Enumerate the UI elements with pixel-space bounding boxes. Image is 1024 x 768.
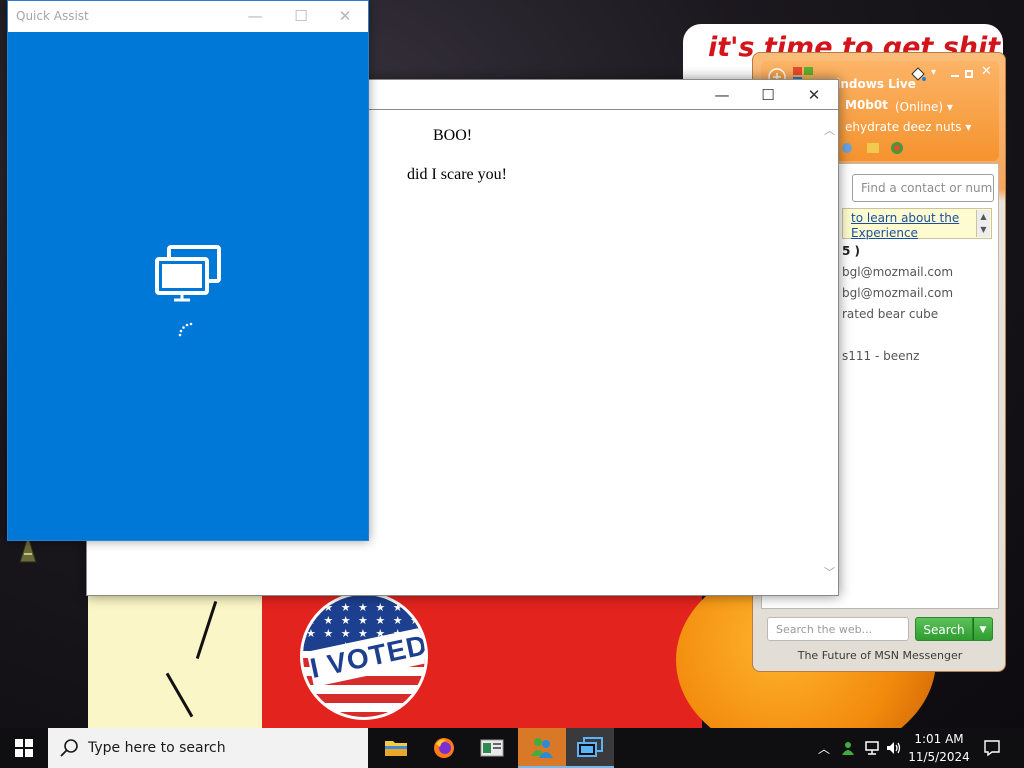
paint-bucket-icon[interactable] — [909, 65, 927, 83]
scroll-down-icon[interactable]: ﹀ — [824, 567, 835, 578]
search-dropdown-icon[interactable]: ▼ — [973, 617, 993, 641]
web-search-button[interactable]: Search — [915, 617, 973, 641]
wallpaper-cream-shape — [88, 592, 268, 728]
remote-monitors-icon — [155, 245, 221, 302]
action-center-icon[interactable] — [982, 738, 1002, 758]
show-hidden-icons[interactable]: ︿ — [814, 738, 834, 758]
messenger-minimize-icon[interactable] — [951, 75, 959, 77]
taskbar-clock[interactable]: 1:01 AM 11/5/2024 — [906, 730, 972, 766]
clock-date: 11/5/2024 — [908, 750, 970, 764]
tip-scroll-arrows[interactable]: ▲ ▼ — [976, 210, 990, 237]
quick-assist-taskbar-icon — [577, 737, 603, 757]
maximize-icon[interactable]: ☐ — [745, 80, 791, 110]
messenger-footer-text: The Future of MSN Messenger — [797, 649, 963, 662]
messenger-maximize-icon[interactable] — [965, 70, 973, 78]
taskbar-quick-assist[interactable] — [566, 728, 614, 768]
taskbar-file-explorer[interactable] — [372, 728, 420, 768]
app-window-icon — [480, 739, 504, 757]
messenger-buddy-icon — [531, 738, 553, 758]
find-contact-input[interactable]: Find a contact or number — [852, 174, 994, 202]
close-icon[interactable]: ✕ — [322, 1, 368, 31]
messenger-username[interactable]: M0b0t — [845, 98, 888, 112]
taskbar: Type here to search ︿ 1:01 AM 11/5/2024 — [0, 728, 1024, 768]
messenger-personal-message[interactable]: ehydrate deez nuts ▾ — [845, 120, 971, 134]
contact-item[interactable]: s111 - beenz — [842, 349, 919, 363]
messenger-tip-link[interactable]: to learn about the Experience — [851, 211, 971, 241]
page-body-text: did I scare you! — [407, 166, 507, 183]
contact-item[interactable]: bgl@mozmail.com — [842, 286, 953, 300]
taskbar-messenger[interactable] — [518, 728, 566, 768]
network-icon[interactable] — [862, 738, 882, 758]
taskbar-app-window[interactable] — [468, 728, 516, 768]
taskbar-search-box[interactable]: Type here to search — [48, 728, 368, 768]
firefox-icon — [434, 738, 454, 758]
messenger-search-bar: Search the web... Search ▼ The Future of… — [761, 611, 999, 667]
minimize-icon[interactable]: — — [232, 1, 278, 31]
clock-time: 1:01 AM — [914, 732, 964, 746]
page-heading: BOO! — [433, 127, 473, 144]
quick-assist-titlebar[interactable]: Quick Assist — ☐ ✕ — [8, 1, 368, 32]
messenger-close-icon[interactable]: ✕ — [981, 64, 992, 79]
i-voted-sticker: ★ ★ ★ ★ ★ ★ ★ ★ ★ ★ ★ ★ ★ ★ ★ ★ ★ ★ ★ ★ … — [300, 592, 428, 720]
messenger-tip-banner: to learn about the Experience ▲ ▼ — [842, 208, 992, 241]
messenger-tray-icon[interactable] — [838, 738, 858, 758]
quick-assist-title: Quick Assist — [16, 9, 89, 23]
loading-spinner-icon — [178, 322, 193, 337]
messenger-status[interactable]: (Online) ▾ — [895, 100, 953, 114]
minimize-icon[interactable]: — — [699, 80, 745, 110]
vertical-scrollbar[interactable]: ︿ ﹀ — [821, 111, 838, 595]
folder-icon — [385, 741, 407, 756]
close-icon[interactable]: ✕ — [791, 80, 837, 110]
messenger-toolbar-icons[interactable] — [841, 139, 911, 157]
scroll-up-icon[interactable]: ︿ — [824, 125, 835, 136]
windows-logo-icon — [15, 739, 33, 757]
maximize-icon[interactable]: ☐ — [278, 1, 324, 31]
messenger-options-icon[interactable]: ▾ — [931, 67, 936, 78]
quick-assist-window[interactable]: Quick Assist — ☐ ✕ — [7, 0, 369, 541]
volume-icon[interactable] — [884, 738, 904, 758]
start-button[interactable] — [0, 728, 48, 768]
search-icon — [60, 739, 78, 757]
contact-group-header[interactable]: 5 ) — [842, 244, 860, 258]
contact-item[interactable]: rated bear cube — [842, 307, 938, 321]
contact-item[interactable]: bgl@mozmail.com — [842, 265, 953, 279]
web-search-input[interactable]: Search the web... — [767, 617, 909, 641]
taskbar-firefox[interactable] — [420, 728, 468, 768]
search-placeholder: Type here to search — [88, 740, 226, 756]
